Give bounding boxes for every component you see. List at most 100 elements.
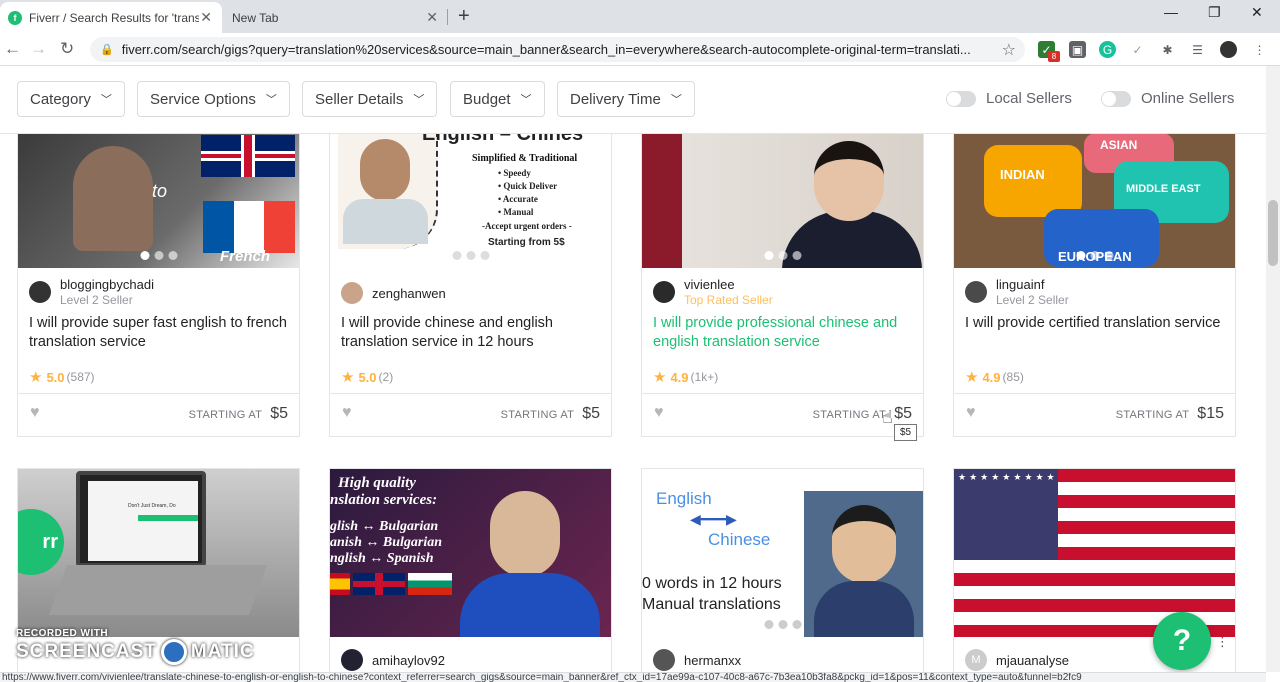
watermark-right: MATIC [190,641,255,662]
carousel-dots[interactable] [140,251,177,260]
minimize-icon[interactable]: — [1164,4,1178,20]
window-close-icon[interactable]: ✕ [1251,4,1263,21]
help-menu-icon[interactable]: ⋮ [1216,634,1229,650]
star-icon: ★ [965,369,979,386]
gig-card[interactable]: to French bloggingbychadi Level 2 Seller … [17,134,300,437]
heart-icon[interactable]: ♥ [30,404,40,422]
toggle-label: Online Sellers [1141,90,1235,107]
image-caption: to [152,181,168,201]
screencast-watermark: RECORDED WITH SCREENCAST MATIC [16,628,255,665]
back-arrow-icon[interactable]: ← [4,39,21,59]
seller-name[interactable]: mjauanalyse [996,653,1069,668]
tab-title: New Tab [232,10,279,25]
image-text: -Accept urgent orders - [482,221,572,231]
avatar[interactable] [29,281,51,303]
help-button[interactable]: ? [1153,612,1211,670]
page-scrollbar[interactable] [1266,66,1280,672]
reload-icon[interactable]: ↻ [60,39,74,59]
person-face [490,491,560,577]
gig-card[interactable]: English ◀━━━▶ Chinese 0 words in 12 hour… [641,468,924,672]
new-tab-plus-icon[interactable]: + [458,5,470,28]
seller-name[interactable]: linguainf [996,277,1069,292]
price-block[interactable]: STARTING AT $5 [813,405,912,423]
gig-image[interactable]: English ◀━━━▶ Chinese 0 words in 12 hour… [642,469,923,637]
close-icon[interactable]: ✕ [426,9,438,26]
filter-budget[interactable]: Budget ﹀ [450,81,545,117]
filter-category[interactable]: Category ﹀ [17,81,125,117]
filter-service-options[interactable]: Service Options ﹀ [137,81,290,117]
image-caption: French [220,248,271,265]
avatar[interactable]: M [965,649,987,671]
laptop-screen: Don't Just Dream, Do [76,471,206,567]
profile-avatar[interactable] [1220,41,1237,58]
image-text: Starting from 5$ [488,237,565,248]
avatar[interactable] [653,649,675,671]
gig-title[interactable]: I will provide professional chinese and … [653,314,915,352]
checkmark-icon[interactable]: ✓ [1129,41,1146,58]
person-frame [338,134,438,249]
avatar[interactable] [653,281,675,303]
gig-card[interactable]: English – Chines Simplified & Traditiona… [329,134,612,437]
seller-name[interactable]: amihaylov92 [372,653,445,668]
price-block[interactable]: STARTING AT $15 [1116,405,1224,423]
scroll-thumb[interactable] [1268,200,1278,266]
tab-fiverr[interactable]: f Fiverr / Search Results for 'transla ✕ [0,2,222,33]
address-bar[interactable]: 🔒 fiverr.com/search/gigs?query=translati… [90,37,1025,62]
avatar[interactable] [341,649,363,671]
gig-card[interactable]: High quality nslation services: glish ↔ … [329,468,612,672]
image-text: • Manual [498,207,534,217]
heart-icon[interactable]: ♥ [966,404,976,422]
local-sellers-toggle[interactable]: Local Sellers [946,90,1072,107]
reading-list-icon[interactable]: ☰ [1189,41,1206,58]
seller-name[interactable]: vivienlee [684,277,773,292]
gig-card[interactable]: ASIAN INDIAN MIDDLE EAST EUROPEAN lingua… [953,134,1236,437]
avatar[interactable] [341,282,363,304]
seller-name[interactable]: hermanxx [684,653,741,668]
gig-image[interactable]: to French [18,134,299,268]
gig-title[interactable]: I will provide super fast english to fre… [29,314,291,352]
tab-new-tab[interactable]: New Tab ✕ [222,2,448,33]
starting-at-label: STARTING AT [812,409,887,421]
fiverr-favicon-icon: f [8,10,22,25]
price: $5 [894,405,912,422]
image-text: glish ↔ Bulgarian [330,519,439,534]
price-block[interactable]: STARTING AT $5 [189,405,288,423]
online-sellers-toggle[interactable]: Online Sellers [1101,90,1234,107]
restore-icon[interactable]: ❐ [1208,4,1221,21]
toggle-switch[interactable] [1101,90,1131,107]
price-block[interactable]: STARTING AT $5 [501,405,600,423]
gig-card[interactable]: vivienlee Top Rated Seller I will provide… [641,134,924,437]
rating-value: 5.0 [358,369,377,385]
gig-image[interactable]: ★★★★★★★★★★★★★★★★★★★★★★★★★★★★★★★★★★★★★★★★… [954,469,1235,637]
puzzle-extensions-icon[interactable]: ✱ [1159,41,1176,58]
gig-image[interactable]: English – Chines Simplified & Traditiona… [330,134,611,268]
gig-image[interactable]: High quality nslation services: glish ↔ … [330,469,611,637]
menu-kebab-icon[interactable]: ⋮ [1251,41,1268,58]
seller-name[interactable]: bloggingbychadi [60,277,154,292]
avatar[interactable] [965,281,987,303]
extension-screenshot-icon[interactable]: ▣ [1069,41,1086,58]
toggle-switch[interactable] [946,90,976,107]
filter-delivery-time[interactable]: Delivery Time ﹀ [557,81,695,117]
heart-icon[interactable]: ♥ [654,404,664,422]
carousel-dots[interactable] [764,620,801,629]
gig-title[interactable]: I will provide chinese and english trans… [341,314,603,352]
gig-image[interactable] [642,134,923,268]
carousel-dots[interactable] [764,251,801,260]
forward-arrow-icon[interactable]: → [30,39,47,59]
grammarly-icon[interactable]: G [1099,41,1116,58]
close-icon[interactable]: ✕ [200,9,212,26]
seller-level: Level 2 Seller [996,293,1069,307]
gig-image[interactable]: ASIAN INDIAN MIDDLE EAST EUROPEAN [954,134,1235,268]
person-body [460,573,600,637]
person-face [814,141,884,221]
heart-icon[interactable]: ♥ [342,404,352,422]
filter-seller-details[interactable]: Seller Details ﹀ [302,81,438,117]
carousel-dots[interactable] [452,251,489,260]
seller-name[interactable]: zenghanwen [372,286,446,301]
gig-image[interactable]: rr Don't Just Dream, Do [18,469,299,637]
tab-title: Fiverr / Search Results for 'transla [29,10,199,25]
gig-title[interactable]: I will provide certified translation ser… [965,314,1227,333]
carousel-dots[interactable] [1076,251,1113,260]
bookmark-star-icon[interactable]: ☆ [1002,40,1016,60]
